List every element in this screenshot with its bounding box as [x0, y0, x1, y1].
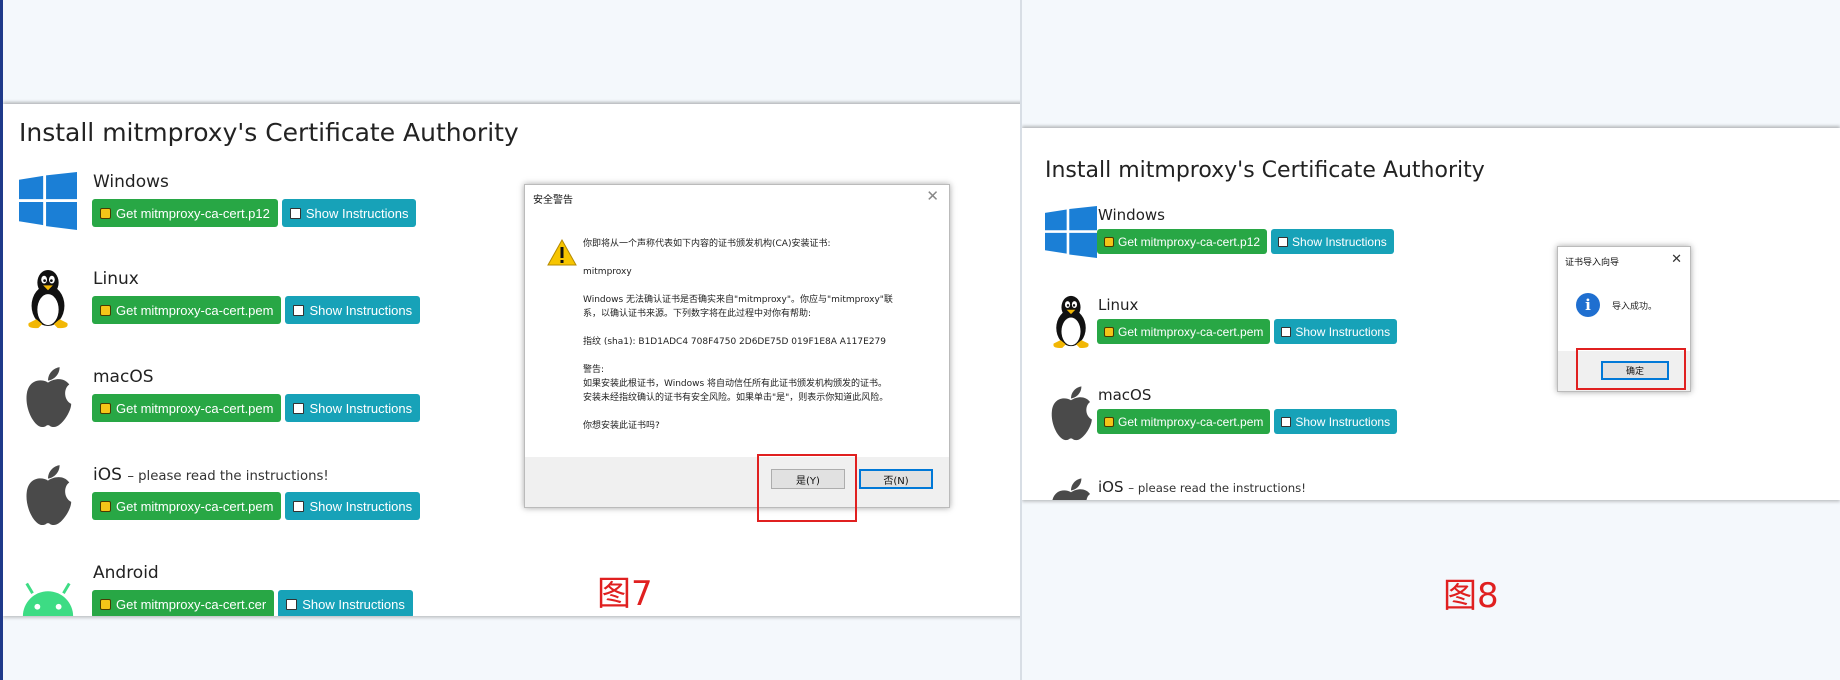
platform-name: macOS	[1098, 386, 1152, 404]
figure-caption: 图7	[597, 574, 653, 614]
book-icon	[289, 207, 301, 219]
book-icon	[1278, 236, 1289, 247]
mitmproxy-install-page: Install mitmproxy's Certificate Authorit…	[1022, 128, 1840, 500]
dialog-line: 系，以确认证书来源。下列数字将在此过程中对你有帮助:	[583, 309, 812, 319]
get-cert-button[interactable]: Get mitmproxy-ca-cert.pem	[92, 394, 282, 422]
show-instructions-button[interactable]: Show Instructions	[285, 492, 421, 520]
platform-name: Android	[93, 563, 159, 583]
no-button[interactable]: 否(N)	[859, 469, 933, 489]
lock-icon	[100, 402, 111, 414]
apple-logo-icon	[19, 465, 77, 529]
dialog-footer: 是(Y) 否(N)	[525, 457, 949, 507]
dialog-line: 你即将从一个声称代表如下内容的证书颁发机构(CA)安装证书:	[583, 239, 831, 249]
platform-name: iOS – please read the instructions!	[93, 465, 329, 485]
book-icon	[293, 402, 305, 414]
show-instructions-button[interactable]: Show Instructions	[1271, 229, 1394, 254]
highlight-box	[1576, 348, 1686, 390]
lock-icon	[1104, 326, 1114, 337]
dialog-title: 证书导入向导	[1565, 258, 1620, 268]
platform-name: macOS	[93, 367, 154, 387]
android-logo-icon	[19, 579, 77, 616]
book-icon	[293, 304, 305, 316]
get-cert-button[interactable]: Get mitmproxy-ca-cert.p12	[1097, 229, 1268, 254]
lock-icon	[1104, 416, 1114, 427]
dialog-warning-line: 如果安装此根证书，Windows 将自动信任所有此证书颁发机构颁发的证书。	[583, 379, 888, 389]
apple-logo-icon	[1045, 386, 1097, 444]
platform-name: Windows	[93, 172, 169, 192]
mitmproxy-install-page: Install mitmproxy's Certificate Authorit…	[3, 104, 1020, 616]
linux-tux-icon	[19, 266, 77, 330]
show-instructions-button[interactable]: Show Instructions	[1274, 409, 1398, 434]
page-title: Install mitmproxy's Certificate Authorit…	[1045, 158, 1485, 183]
linux-tux-icon	[1045, 292, 1097, 350]
get-cert-button[interactable]: Get mitmproxy-ca-cert.pem	[92, 492, 282, 520]
get-cert-button[interactable]: Get mitmproxy-ca-cert.cer	[92, 590, 275, 616]
lock-icon	[100, 598, 111, 610]
show-instructions-button[interactable]: Show Instructions	[285, 394, 421, 422]
dialog-message: 导入成功。	[1612, 302, 1658, 312]
screenshot-panel-fig7: Install mitmproxy's Certificate Authorit…	[0, 0, 1020, 680]
dialog-line: Windows 无法确认证书是否确实来自"mitmproxy"。你应与"mitm…	[583, 295, 893, 305]
lock-icon	[100, 207, 111, 219]
book-icon	[1281, 416, 1292, 427]
platform-note: – please read the instructions!	[127, 469, 329, 484]
platform-note: – please read the instructions!	[1128, 481, 1306, 495]
show-instructions-button[interactable]: Show Instructions	[281, 199, 417, 227]
close-icon[interactable]: ✕	[926, 187, 939, 205]
dialog-title: 安全警告	[533, 195, 573, 206]
apple-logo-icon	[1045, 478, 1097, 500]
lock-icon	[100, 304, 111, 316]
screenshot-panel-fig8: Install mitmproxy's Certificate Authorit…	[1022, 0, 1840, 680]
dialog-issuer: mitmproxy	[583, 267, 632, 277]
dialog-thumbprint: 指纹 (sha1): B1D1ADC4 708F4750 2D6DE75D 01…	[583, 337, 886, 347]
get-cert-button[interactable]: Get mitmproxy-ca-cert.pem	[1097, 409, 1271, 434]
platform-name: Linux	[93, 269, 139, 289]
dialog-warning-heading: 警告:	[583, 365, 605, 375]
platform-name: Linux	[1098, 296, 1139, 314]
apple-logo-icon	[19, 367, 77, 431]
get-cert-button[interactable]: Get mitmproxy-ca-cert.pem	[1097, 319, 1271, 344]
get-cert-button[interactable]: Get mitmproxy-ca-cert.pem	[92, 296, 282, 324]
platform-name: iOS – please read the instructions!	[1098, 478, 1306, 496]
show-instructions-button[interactable]: Show Instructions	[285, 296, 421, 324]
book-icon	[1281, 326, 1292, 337]
dialog-question: 你想安装此证书吗?	[583, 421, 660, 431]
warning-icon	[547, 239, 577, 266]
book-icon	[286, 598, 298, 610]
windows-logo-icon	[19, 172, 77, 230]
platform-name: Windows	[1098, 206, 1165, 224]
figure-caption: 图8	[1443, 576, 1499, 616]
show-instructions-button[interactable]: Show Instructions	[1274, 319, 1398, 344]
highlight-box	[757, 454, 857, 522]
book-icon	[293, 500, 305, 512]
security-warning-dialog: 安全警告 ✕ 你即将从一个声称代表如下内容的证书颁发机构(CA)安装证书: mi…	[524, 184, 950, 508]
info-icon: i	[1576, 293, 1600, 317]
show-instructions-button[interactable]: Show Instructions	[278, 590, 413, 616]
page-title: Install mitmproxy's Certificate Authorit…	[19, 118, 519, 147]
get-cert-button[interactable]: Get mitmproxy-ca-cert.p12	[92, 199, 278, 227]
close-icon[interactable]: ✕	[1671, 251, 1682, 267]
dialog-warning-line: 安装未经指纹确认的证书有安全风险。如果单击"是"，则表示你知道此风险。	[583, 393, 889, 403]
lock-icon	[100, 500, 111, 512]
windows-logo-icon	[1045, 206, 1097, 258]
lock-icon	[1104, 236, 1114, 247]
